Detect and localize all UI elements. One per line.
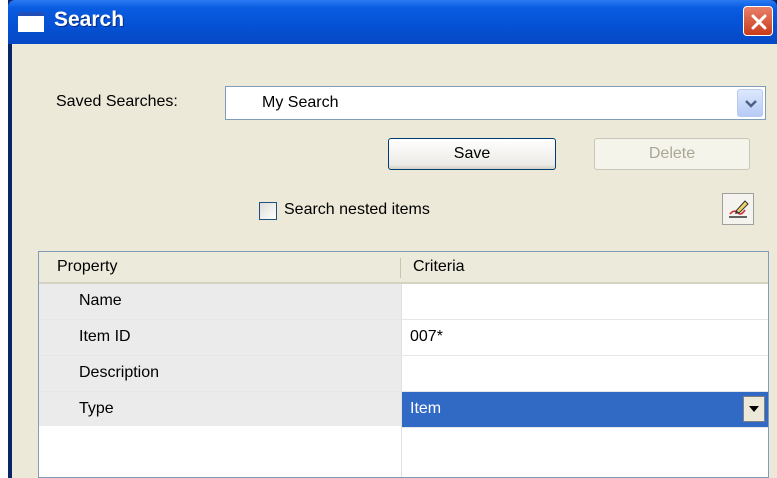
empty-property-cell <box>39 426 401 477</box>
window-title: Search <box>54 8 125 31</box>
chevron-down-icon <box>745 100 757 108</box>
column-divider[interactable] <box>400 258 401 278</box>
property-name: Type <box>79 400 114 417</box>
criteria-cell-selected[interactable]: Item <box>401 392 768 427</box>
save-button[interactable]: Save <box>388 138 556 170</box>
criteria-value: 007* <box>410 328 443 345</box>
property-cell: Description <box>39 356 401 391</box>
edit-criteria-button[interactable] <box>722 193 754 225</box>
table-row[interactable]: Description <box>39 356 768 392</box>
search-window: Search Saved Searches: My Search Save De… <box>8 0 777 478</box>
window-icon <box>18 12 44 32</box>
property-cell: Type <box>39 392 401 427</box>
search-nested-checkbox[interactable] <box>259 202 277 220</box>
saved-searches-combo[interactable]: My Search <box>225 86 766 120</box>
saved-searches-value: My Search <box>262 94 339 111</box>
close-button[interactable] <box>743 6 773 36</box>
table-row[interactable]: Type Item <box>39 392 768 428</box>
property-name: Description <box>79 364 160 381</box>
search-nested-label[interactable]: Search nested items <box>284 201 430 219</box>
criteria-cell[interactable]: 007* <box>401 320 768 355</box>
criteria-cell[interactable] <box>401 284 768 319</box>
property-name: Name <box>79 292 122 309</box>
empty-criteria-divider <box>401 426 402 477</box>
close-icon <box>751 14 767 30</box>
type-dropdown-button[interactable] <box>743 396 765 422</box>
saved-searches-dropdown-button[interactable] <box>737 89 763 117</box>
edit-icon <box>729 200 749 218</box>
criteria-column-header[interactable]: Criteria <box>413 258 465 276</box>
property-cell: Item ID <box>39 320 401 355</box>
delete-button[interactable]: Delete <box>594 138 750 170</box>
empty-row <box>39 426 768 477</box>
property-name: Item ID <box>79 328 131 345</box>
grid-header: Property Criteria <box>39 252 768 284</box>
property-cell: Name <box>39 284 401 319</box>
criteria-value: Item <box>410 400 442 417</box>
property-column-header[interactable]: Property <box>57 258 117 276</box>
table-row[interactable]: Item ID 007* <box>39 320 768 356</box>
saved-searches-label: Saved Searches: <box>56 93 178 110</box>
criteria-grid: Property Criteria Name Item ID 007* Desc… <box>38 251 769 478</box>
table-row[interactable]: Name <box>39 284 768 320</box>
caret-down-icon <box>749 406 759 412</box>
dialog-body: Saved Searches: My Search Save Delete Se… <box>12 44 777 478</box>
title-bar[interactable]: Search <box>8 0 777 44</box>
criteria-cell[interactable] <box>401 356 768 391</box>
